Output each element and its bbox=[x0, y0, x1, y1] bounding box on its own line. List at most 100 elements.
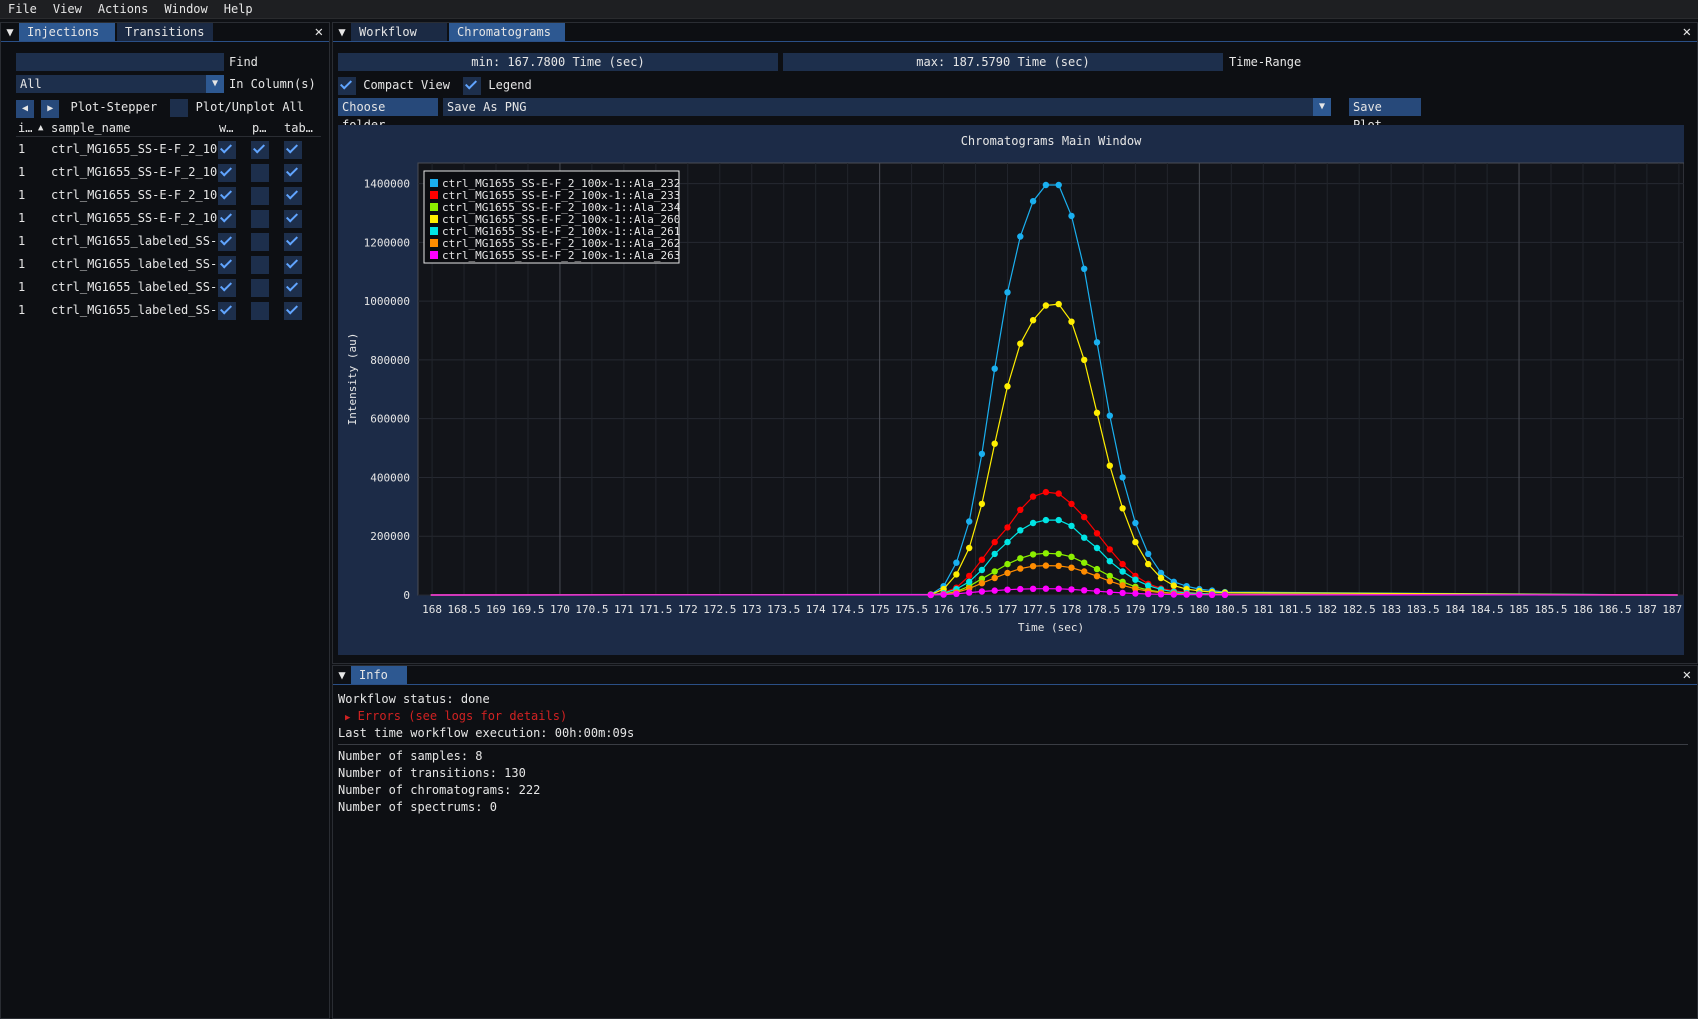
num-transitions-text: Number of transitions: 130 bbox=[338, 766, 526, 780]
collapse-triangle-icon[interactable]: ▼ bbox=[333, 668, 351, 682]
x-tick-label: 171 bbox=[614, 603, 634, 616]
chevron-down-icon[interactable]: ▼ bbox=[1313, 98, 1331, 116]
workflow-checkbox[interactable] bbox=[218, 141, 236, 159]
y-tick-label: 600000 bbox=[370, 413, 410, 426]
collapse-triangle-icon[interactable]: ▼ bbox=[333, 25, 351, 39]
table-checkbox[interactable] bbox=[284, 279, 302, 297]
plot-checkbox[interactable] bbox=[251, 279, 269, 297]
plot-checkbox[interactable] bbox=[251, 164, 269, 182]
workflow-checkbox[interactable] bbox=[218, 164, 236, 182]
save-format-select[interactable]: Save As PNG ▼ bbox=[443, 98, 1331, 116]
data-point bbox=[1042, 302, 1050, 309]
table-row[interactable]: 1 ctrl_MG1655_labeled_SS- bbox=[16, 253, 321, 276]
column-header-tab[interactable]: tab… bbox=[284, 120, 313, 136]
table-checkbox[interactable] bbox=[284, 233, 302, 251]
x-tick-label: 185 bbox=[1509, 603, 1529, 616]
table-checkbox[interactable] bbox=[284, 141, 302, 159]
arrow-right-icon[interactable]: ▶ bbox=[41, 100, 60, 118]
data-point bbox=[978, 450, 986, 458]
data-point bbox=[1183, 591, 1190, 598]
plot-unplot-all-checkbox[interactable] bbox=[170, 98, 189, 117]
chevron-down-icon[interactable]: ▼ bbox=[206, 75, 224, 93]
menu-view[interactable]: View bbox=[45, 0, 90, 18]
plot-checkbox[interactable] bbox=[251, 210, 269, 228]
workflow-checkbox[interactable] bbox=[218, 233, 236, 251]
close-icon[interactable]: ✕ bbox=[1683, 666, 1691, 684]
table-checkbox[interactable] bbox=[284, 256, 302, 274]
data-point bbox=[1106, 578, 1113, 585]
arrow-left-icon[interactable]: ◀ bbox=[16, 100, 34, 118]
plot-checkbox[interactable] bbox=[251, 256, 269, 274]
menu-bar: File View Actions Window Help bbox=[0, 0, 1698, 19]
tab-info[interactable]: Info bbox=[351, 666, 407, 684]
table-row[interactable]: 1 ctrl_MG1655_SS-E-F_2_10 bbox=[16, 184, 321, 207]
data-point bbox=[1132, 590, 1139, 597]
plot-checkbox[interactable] bbox=[251, 187, 269, 205]
column-filter-select[interactable]: All ▼ bbox=[16, 75, 224, 93]
menu-file[interactable]: File bbox=[0, 0, 45, 18]
choose-folder-button[interactable]: Choose folder bbox=[338, 98, 438, 132]
tab-workflow[interactable]: Workflow bbox=[351, 23, 447, 41]
collapse-triangle-icon[interactable]: ▼ bbox=[1, 25, 19, 39]
column-header-w[interactable]: w… bbox=[219, 120, 233, 136]
data-point bbox=[1017, 527, 1024, 534]
table-row[interactable]: 1 ctrl_MG1655_labeled_SS- bbox=[16, 230, 321, 253]
column-header-sample-name[interactable]: sample_name bbox=[51, 120, 130, 136]
x-tick-label: 176.5 bbox=[959, 603, 992, 616]
data-point bbox=[1119, 582, 1126, 589]
table-checkbox[interactable] bbox=[284, 187, 302, 205]
errors-tree-node[interactable]: ▶ Errors (see logs for details) bbox=[345, 709, 567, 723]
compact-view-label: Compact View bbox=[363, 78, 450, 92]
plot-checkbox[interactable] bbox=[251, 141, 269, 159]
close-icon[interactable]: ✕ bbox=[1683, 23, 1691, 41]
time-min-field[interactable]: min: 167.7800 Time (sec) bbox=[338, 53, 778, 71]
time-max-field[interactable]: max: 187.5790 Time (sec) bbox=[783, 53, 1223, 71]
close-icon[interactable]: ✕ bbox=[315, 23, 323, 41]
x-tick-label: 184 bbox=[1445, 603, 1465, 616]
workflow-checkbox[interactable] bbox=[218, 187, 236, 205]
workflow-checkbox[interactable] bbox=[218, 210, 236, 228]
data-point bbox=[1106, 412, 1113, 419]
data-point bbox=[1055, 181, 1062, 189]
data-point bbox=[991, 550, 998, 558]
table-row[interactable]: 1 ctrl_MG1655_SS-E-F_2_10 bbox=[16, 138, 321, 161]
data-point bbox=[978, 566, 986, 574]
data-point bbox=[1196, 591, 1203, 598]
x-tick-label: 174.5 bbox=[831, 603, 864, 616]
table-row[interactable]: 1 ctrl_MG1655_SS-E-F_2_10 bbox=[16, 161, 321, 184]
row-index: 1 bbox=[18, 142, 26, 156]
table-row[interactable]: 1 ctrl_MG1655_SS-E-F_2_10 bbox=[16, 207, 321, 230]
data-point bbox=[966, 589, 973, 596]
workflow-checkbox[interactable] bbox=[218, 279, 236, 297]
data-point bbox=[1119, 505, 1126, 512]
save-plot-button[interactable]: Save Plot bbox=[1349, 98, 1421, 132]
tab-transitions[interactable]: Transitions bbox=[117, 23, 213, 41]
compact-view-checkbox[interactable] bbox=[338, 76, 356, 95]
menu-actions[interactable]: Actions bbox=[90, 0, 157, 18]
column-header-p[interactable]: p… bbox=[252, 120, 266, 136]
tab-chromatograms[interactable]: Chromatograms bbox=[449, 23, 565, 41]
tab-injections[interactable]: Injections bbox=[19, 23, 115, 41]
plot-checkbox[interactable] bbox=[251, 302, 269, 320]
menu-help[interactable]: Help bbox=[216, 0, 261, 18]
column-header-index[interactable]: i… bbox=[18, 120, 32, 136]
x-tick-label: 172 bbox=[678, 603, 698, 616]
menu-window[interactable]: Window bbox=[156, 0, 215, 18]
data-point bbox=[1055, 562, 1062, 570]
table-row[interactable]: 1 ctrl_MG1655_labeled_SS- bbox=[16, 276, 321, 299]
workflow-checkbox[interactable] bbox=[218, 256, 236, 274]
data-point bbox=[1029, 317, 1037, 324]
legend-checkbox[interactable] bbox=[463, 76, 482, 95]
table-checkbox[interactable] bbox=[284, 302, 302, 320]
workflow-checkbox[interactable] bbox=[218, 302, 236, 320]
data-point bbox=[1004, 538, 1011, 546]
table-row[interactable]: 1 ctrl_MG1655_labeled_SS- bbox=[16, 299, 321, 322]
row-sample-name: ctrl_MG1655_labeled_SS- bbox=[51, 280, 218, 294]
find-input[interactable] bbox=[16, 53, 224, 71]
x-tick-label: 174 bbox=[806, 603, 826, 616]
row-sample-name: ctrl_MG1655_labeled_SS- bbox=[51, 303, 218, 317]
table-checkbox[interactable] bbox=[284, 210, 302, 228]
table-checkbox[interactable] bbox=[284, 164, 302, 182]
plot-checkbox[interactable] bbox=[251, 233, 269, 251]
chromatogram-chart[interactable]: Chromatograms Main Window 0 200000 400000 60… bbox=[338, 125, 1684, 655]
